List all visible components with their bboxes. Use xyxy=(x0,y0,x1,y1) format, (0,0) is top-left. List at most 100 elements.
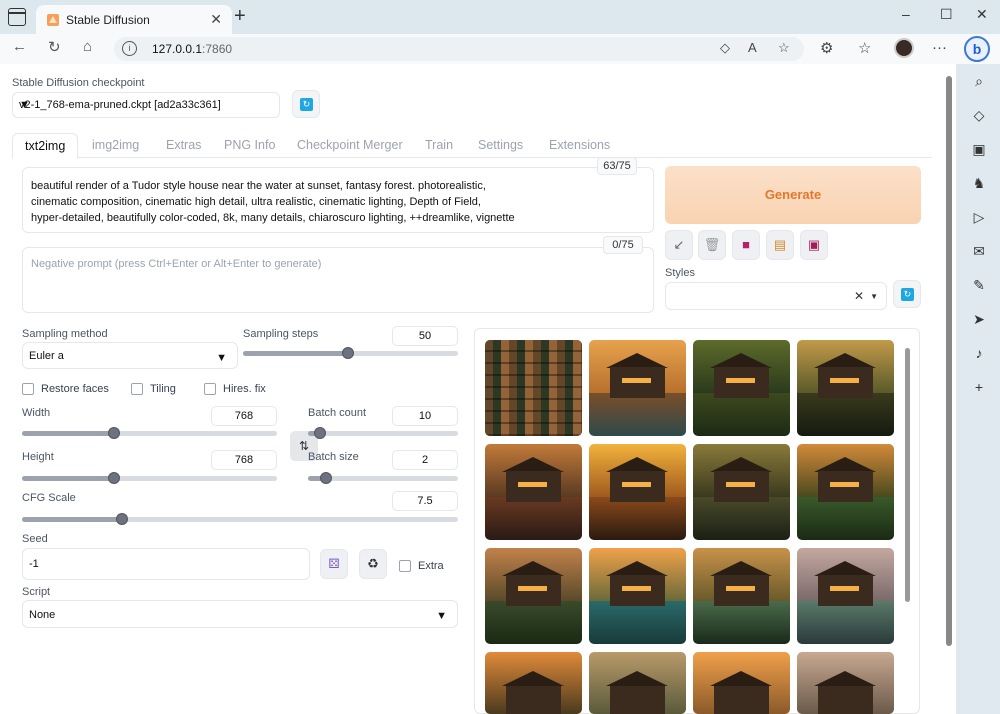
batch-size-input[interactable]: 2 xyxy=(392,450,458,470)
clipboard-icon[interactable]: ▤ xyxy=(766,230,794,260)
refresh-styles-button[interactable]: ↻ xyxy=(893,280,921,308)
tab-img2img[interactable]: img2img xyxy=(92,138,139,152)
close-window-icon[interactable]: ✕ xyxy=(976,6,988,23)
script-dropdown[interactable]: None ▼ xyxy=(22,600,458,628)
height-slider[interactable] xyxy=(22,472,277,484)
extra-seed-checkbox[interactable] xyxy=(399,560,411,572)
hires-fix-checkbox[interactable] xyxy=(204,383,216,395)
gallery-scrollbar[interactable] xyxy=(904,334,912,604)
notifications-icon[interactable]: ♪ xyxy=(970,344,988,362)
maximize-icon[interactable]: ☐ xyxy=(940,6,953,23)
slider-handle[interactable] xyxy=(108,472,120,484)
page-scrollbar[interactable] xyxy=(944,64,954,714)
search-icon[interactable]: ⌕ xyxy=(970,72,988,90)
favorites-icon[interactable]: ☆ xyxy=(858,39,871,57)
read-aloud-icon[interactable]: A xyxy=(748,40,757,55)
tab-settings[interactable]: Settings xyxy=(478,138,523,152)
batch-count-slider[interactable] xyxy=(308,427,458,439)
slider-handle[interactable] xyxy=(116,513,128,525)
random-seed-dice-icon[interactable]: ⚄ xyxy=(320,549,348,579)
back-icon[interactable]: ← xyxy=(12,38,27,55)
tab-train[interactable]: Train xyxy=(425,138,453,152)
tab-checkpoint-merger[interactable]: Checkpoint Merger xyxy=(297,138,403,152)
width-input[interactable]: 768 xyxy=(211,406,277,426)
generate-button[interactable]: Generate xyxy=(665,166,921,224)
restore-faces-checkbox[interactable] xyxy=(22,383,34,395)
negative-prompt-input[interactable]: Negative prompt (press Ctrl+Enter or Alt… xyxy=(22,247,654,313)
width-slider[interactable] xyxy=(22,427,277,439)
cfg-scale-slider[interactable] xyxy=(22,513,458,525)
minimize-icon[interactable]: – xyxy=(902,6,910,22)
gallery-image[interactable] xyxy=(693,340,790,436)
prompt-input[interactable]: beautiful render of a Tudor style house … xyxy=(22,167,654,233)
clear-icon[interactable]: ✕ xyxy=(854,289,864,303)
add-sidebar-app-icon[interactable]: + xyxy=(970,378,988,396)
gallery-image[interactable] xyxy=(693,444,790,540)
refresh-checkpoint-button[interactable]: ↻ xyxy=(292,90,320,118)
reuse-seed-recycle-icon[interactable]: ♻ xyxy=(359,549,387,579)
send-icon[interactable]: ➤ xyxy=(970,310,988,328)
seed-input[interactable]: -1 xyxy=(22,548,310,580)
shopping-tag-icon[interactable]: ◇ xyxy=(970,106,988,124)
image-window xyxy=(621,378,652,384)
home-icon[interactable]: ⌂ xyxy=(83,38,92,55)
games-icon[interactable]: ♞ xyxy=(970,174,988,192)
more-menu-icon[interactable]: ··· xyxy=(932,39,947,56)
gallery-image[interactable] xyxy=(589,548,686,644)
slider-handle[interactable] xyxy=(108,427,120,439)
gallery-image[interactable] xyxy=(485,548,582,644)
tools-icon[interactable]: ▣ xyxy=(970,140,988,158)
tiling-checkbox[interactable] xyxy=(131,383,143,395)
page-scrollbar-thumb[interactable] xyxy=(946,76,952,646)
cfg-scale-input[interactable]: 7.5 xyxy=(392,491,458,511)
checkpoint-dropdown[interactable]: v2-1_768-ema-pruned.ckpt [ad2a33c361] ▼ xyxy=(12,92,280,118)
gallery-image[interactable] xyxy=(797,652,894,714)
read-params-icon[interactable]: ↙ xyxy=(665,230,693,260)
styles-dropdown[interactable]: ✕ ▼ xyxy=(665,282,887,310)
slider-handle[interactable] xyxy=(342,347,354,359)
tab-extras[interactable]: Extras xyxy=(166,138,201,152)
tab-png-info[interactable]: PNG Info xyxy=(224,138,275,152)
tab-extensions[interactable]: Extensions xyxy=(549,138,610,152)
tab-txt2img[interactable]: txt2img xyxy=(12,133,79,159)
slider-handle[interactable] xyxy=(314,427,326,439)
tag-icon[interactable]: ◇ xyxy=(720,40,730,56)
gallery-image[interactable] xyxy=(485,444,582,540)
slider-handle[interactable] xyxy=(320,472,332,484)
sampling-steps-slider[interactable] xyxy=(243,347,458,359)
gallery-image[interactable] xyxy=(693,652,790,714)
new-tab-icon[interactable]: + xyxy=(234,5,246,28)
favorite-add-icon[interactable]: ☆ xyxy=(778,40,790,56)
gallery-image[interactable] xyxy=(797,340,894,436)
sampling-steps-input[interactable]: 50 xyxy=(392,326,458,346)
designer-icon[interactable]: ✎ xyxy=(970,276,988,294)
gallery-image[interactable] xyxy=(797,548,894,644)
microsoft365-icon[interactable]: ▷ xyxy=(970,208,988,226)
tab-close-icon[interactable]: ✕ xyxy=(210,11,222,28)
trash-icon[interactable]: 🗑 xyxy=(698,230,726,260)
browser-tab[interactable]: Stable Diffusion ✕ xyxy=(36,5,232,34)
profile-avatar[interactable] xyxy=(894,38,914,58)
height-input[interactable]: 768 xyxy=(211,450,277,470)
gallery-image[interactable] xyxy=(797,444,894,540)
extensions-icon[interactable]: ⚙ xyxy=(820,39,833,57)
gallery-image[interactable] xyxy=(485,652,582,714)
reload-icon[interactable]: ↻ xyxy=(48,38,61,56)
tab-actions-icon[interactable] xyxy=(8,8,26,26)
gallery-image[interactable] xyxy=(589,444,686,540)
url-text: 127.0.0.1:7860 xyxy=(152,42,232,56)
gallery-image[interactable] xyxy=(589,652,686,714)
gallery-image[interactable] xyxy=(693,548,790,644)
site-info-icon[interactable]: i xyxy=(122,41,137,56)
gallery-grid-image[interactable] xyxy=(485,340,582,436)
address-bar[interactable]: i 127.0.0.1:7860 ◇ A ☆ xyxy=(114,37,804,61)
copilot-icon[interactable]: b xyxy=(964,36,990,62)
gallery-image[interactable] xyxy=(589,340,686,436)
extra-networks-icon[interactable]: ■ xyxy=(732,230,760,260)
sampling-method-dropdown[interactable]: Euler a ▼ xyxy=(22,342,238,369)
batch-size-slider[interactable] xyxy=(308,472,458,484)
save-style-icon[interactable]: ▣ xyxy=(800,230,828,260)
batch-count-input[interactable]: 10 xyxy=(392,406,458,426)
gallery-scrollbar-thumb[interactable] xyxy=(905,348,910,602)
outlook-icon[interactable]: ✉ xyxy=(970,242,988,260)
